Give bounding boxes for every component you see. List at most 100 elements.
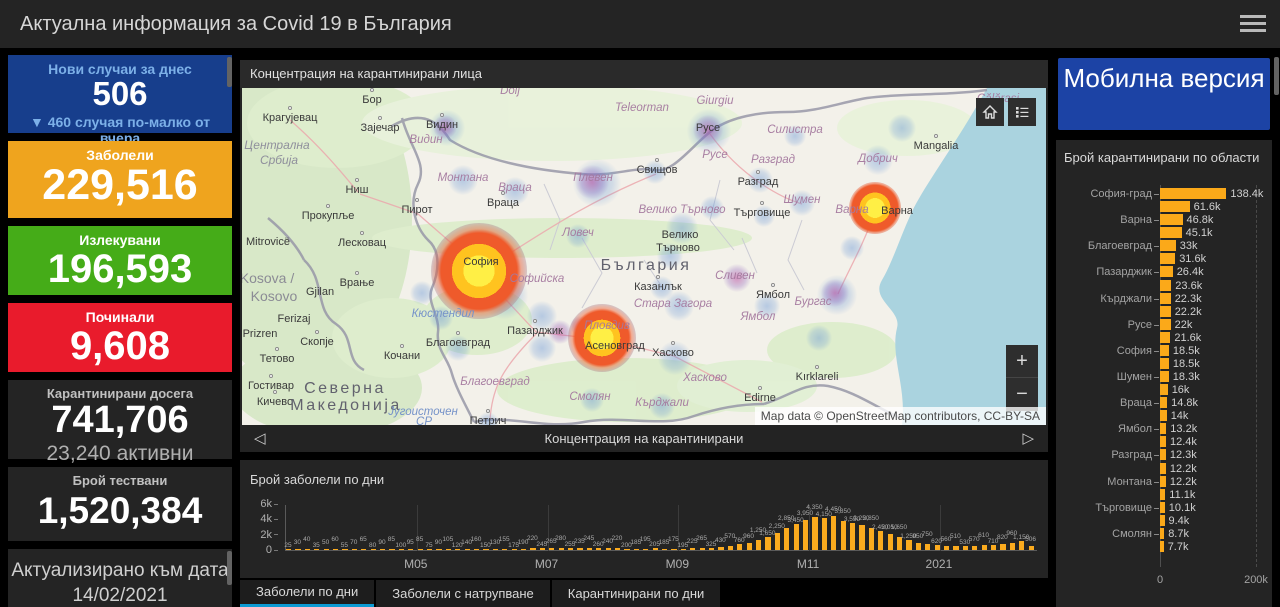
daily-bar <box>652 548 658 550</box>
region-bar-value-label: 18.3k <box>1172 371 1200 383</box>
region-quarantine-chart-panel[interactable]: Брой карантинирани по области София-град… <box>1056 140 1272 607</box>
daily-bar <box>803 519 809 550</box>
tested-card[interactable]: Брой тествани 1,520,384 <box>8 467 232 541</box>
tested-value: 1,520,384 <box>37 490 203 531</box>
region-bar-row[interactable]: 45.1k <box>1056 226 1272 239</box>
map-zoom-control: + − <box>1006 345 1038 411</box>
x-axis-tick-label: M11 <box>796 557 820 571</box>
x-axis-tick-label: M09 <box>665 557 690 571</box>
mobile-version-button[interactable]: Мобилна версия <box>1058 58 1270 130</box>
daily-bar-value-label: 265 <box>696 535 708 542</box>
x-gridline <box>809 505 811 551</box>
region-bar-row[interactable]: 11.1k <box>1056 488 1272 501</box>
daily-bar <box>1019 541 1025 550</box>
region-bar-row[interactable]: Смолян 8.7k <box>1056 527 1272 540</box>
daily-bar <box>821 518 827 550</box>
region-bar-row[interactable]: 9.4k <box>1056 514 1272 527</box>
daily-bar <box>840 520 846 550</box>
town-dot <box>288 106 292 110</box>
hamburger-menu-icon[interactable] <box>1240 15 1268 33</box>
deceased-card[interactable]: Починали 9,608 <box>8 303 232 372</box>
region-bar-row[interactable]: 16k <box>1056 383 1272 396</box>
region-bar-row[interactable]: Монтана 12.2k <box>1056 475 1272 488</box>
town-dot <box>415 198 419 202</box>
recovered-value: 196,593 <box>47 247 193 291</box>
updated-date: 14/02/2021 <box>72 585 168 606</box>
region-category-label: Варна <box>1120 214 1152 227</box>
daily-cases-chart-panel[interactable]: Брой заболели по дни 6k 4k 2k 0 25 30 40 35 50 60… <box>240 460 1048 578</box>
x-axis-tick-label: M07 <box>534 557 559 571</box>
region-bar-row[interactable]: София 18.5k <box>1056 344 1272 357</box>
region-bar-row[interactable]: Русе 22k <box>1056 318 1272 331</box>
region-bar-row[interactable]: София-град 138.4k <box>1056 187 1272 200</box>
region-bar-value-label: 12.4k <box>1170 436 1197 449</box>
region-bar-row[interactable]: Ямбол 13.2k <box>1056 422 1272 435</box>
x-axis-tick-label: 2021 <box>925 557 953 571</box>
map-basemap <box>242 88 1046 425</box>
updated-card-scrollbar[interactable] <box>227 551 232 585</box>
layer-list-icon[interactable] <box>1008 98 1036 126</box>
carousel-prev-button[interactable]: ◁ <box>254 425 266 452</box>
tab-2[interactable]: Заболели с натрупване <box>376 580 550 607</box>
town-dot <box>533 319 537 323</box>
daily-bar-value-label: 960 <box>743 532 755 540</box>
right-panel-scrollbar[interactable] <box>1274 57 1279 95</box>
daily-bar-value-label: 510 <box>949 533 961 541</box>
region-bar <box>1160 227 1182 239</box>
region-bar-row[interactable]: 61.6k <box>1056 200 1272 213</box>
region-bar <box>1160 279 1172 291</box>
region-bar-row[interactable]: 12.2k <box>1056 462 1272 475</box>
region-category-label: Разград <box>1111 449 1152 462</box>
category-tick <box>1154 272 1159 274</box>
region-bar-row[interactable]: 18.5k <box>1056 357 1272 370</box>
tab-3[interactable]: Карантинирани по дни <box>551 580 721 607</box>
region-bar-row[interactable]: 21.6k <box>1056 331 1272 344</box>
quarantined-card[interactable]: Карантинирани досега 741,706 23,240 акти… <box>8 380 232 465</box>
daily-bar <box>577 548 583 550</box>
region-bar-row[interactable]: Разград 12.3k <box>1056 448 1272 461</box>
region-bar-row[interactable]: 7.7k <box>1056 540 1272 553</box>
region-bar-row[interactable]: Благоевград 33k <box>1056 239 1272 252</box>
region-bar-value-label: 21.6k <box>1174 331 1202 344</box>
region-category-label: Кърджали <box>1100 292 1152 305</box>
heatmap-map[interactable]: Крагујевац Бор Зајечар Видин Ниш Пирот Прокупљ… <box>242 88 1046 425</box>
region-bar-row[interactable]: Варна 46.8k <box>1056 213 1272 226</box>
region-bar-row[interactable]: 12.4k <box>1056 435 1272 448</box>
bottom-tab-bar: Заболели по дни Заболели с натрупване Кара… <box>240 580 1048 607</box>
region-bar-row[interactable]: 23.6k <box>1056 279 1272 292</box>
daily-bar <box>727 545 733 550</box>
daily-bar <box>436 549 442 550</box>
region-category-label: Пазарджик <box>1096 266 1152 279</box>
daily-bar <box>351 549 357 550</box>
region-bar-row[interactable]: Пазарджик 26.4k <box>1056 265 1272 278</box>
daily-bar-value-label: 4,350 <box>806 503 823 511</box>
daily-bar-value-label: 2,850 <box>862 515 879 523</box>
region-bar-row[interactable]: Шумен 18.3k <box>1056 370 1272 383</box>
category-tick <box>1154 246 1159 248</box>
region-bar <box>1160 397 1168 409</box>
region-chart-title: Брой карантинирани по области <box>1064 150 1260 165</box>
region-category-label: София-град <box>1090 188 1152 200</box>
daily-bar <box>1028 546 1034 550</box>
region-bar-row[interactable]: 14k <box>1056 409 1272 422</box>
new-cases-card[interactable]: Нови случаи за днес 506 ▼ 460 случая по-… <box>8 55 232 146</box>
region-bar-row[interactable]: 31.6k <box>1056 252 1272 265</box>
infected-card[interactable]: Заболели 229,516 <box>8 141 232 218</box>
region-bar-row[interactable]: 22.2k <box>1056 305 1272 318</box>
sidebar-scrollbar[interactable] <box>227 57 232 87</box>
region-bar-row[interactable]: Кърджали 22.3k <box>1056 292 1272 305</box>
region-bar-value-label: 9.4k <box>1168 514 1190 527</box>
daily-bar <box>521 548 527 550</box>
region-bar-value-label: 23.6k <box>1175 279 1203 292</box>
region-bar-row[interactable]: Търговище 10.1k <box>1056 501 1272 514</box>
region-bar-row[interactable]: Враца 14.8k <box>1056 396 1272 409</box>
zoom-in-button[interactable]: + <box>1006 345 1038 378</box>
home-icon[interactable] <box>976 98 1004 126</box>
daily-bar <box>671 548 677 550</box>
new-cases-value: 506 <box>92 75 148 112</box>
carousel-next-button[interactable]: ▷ <box>1022 425 1034 452</box>
recovered-card[interactable]: Излекувани 196,593 <box>8 226 232 295</box>
daily-bar <box>680 548 686 550</box>
region-bar <box>1160 318 1171 330</box>
tab-1[interactable]: Заболели по дни <box>240 580 375 607</box>
